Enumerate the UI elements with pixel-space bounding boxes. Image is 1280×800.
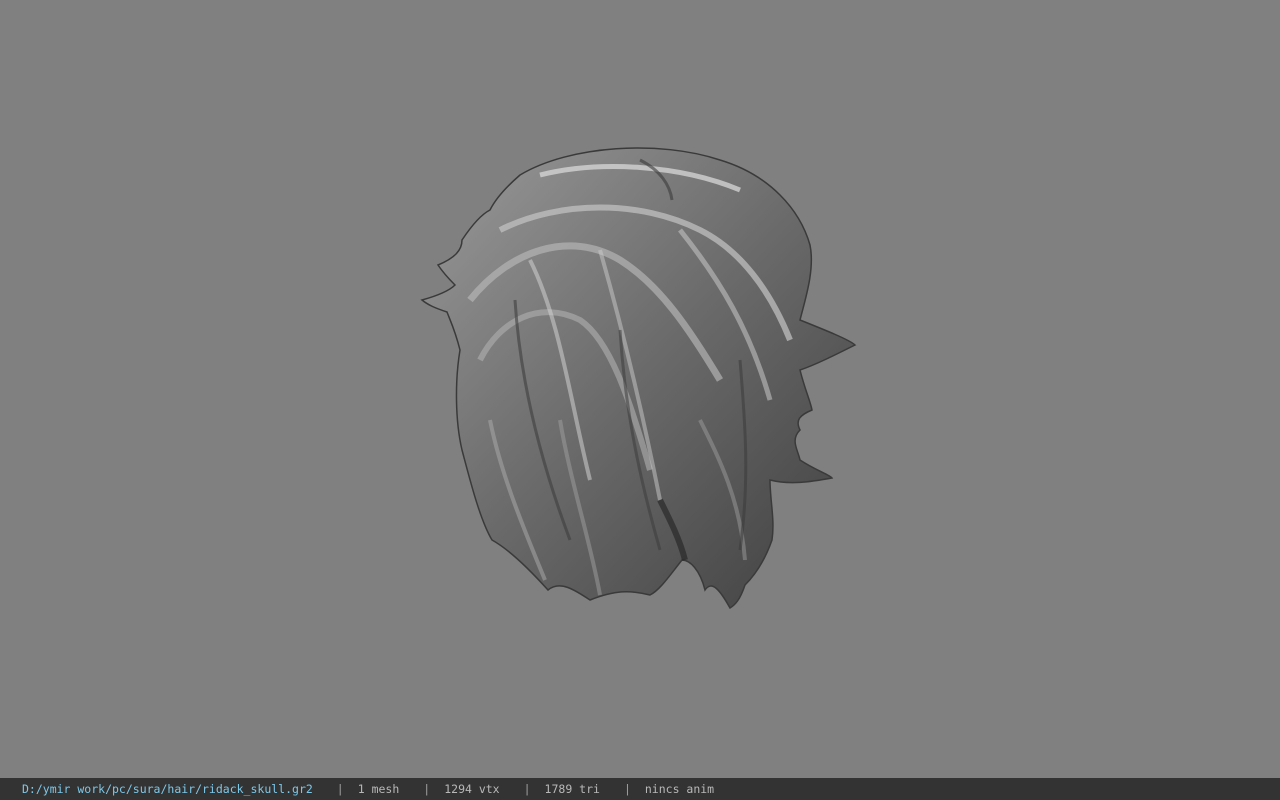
- status-separator: |: [423, 782, 431, 796]
- triangle-count: 1789 tri: [544, 782, 600, 796]
- status-separator: |: [523, 782, 531, 796]
- status-bar: D:/ymir work/pc/sura/hair/ridack_skull.g…: [0, 778, 1280, 800]
- status-separator: |: [623, 782, 631, 796]
- vertex-count: 1294 vtx: [444, 782, 500, 796]
- file-path: D:/ymir work/pc/sura/hair/ridack_skull.g…: [22, 782, 313, 796]
- hair-model: [420, 147, 857, 610]
- mesh-count: 1 mesh: [357, 782, 400, 796]
- 3d-viewport[interactable]: [0, 0, 1280, 778]
- anim-status: nincs anim: [644, 782, 715, 796]
- status-separator: |: [336, 782, 344, 796]
